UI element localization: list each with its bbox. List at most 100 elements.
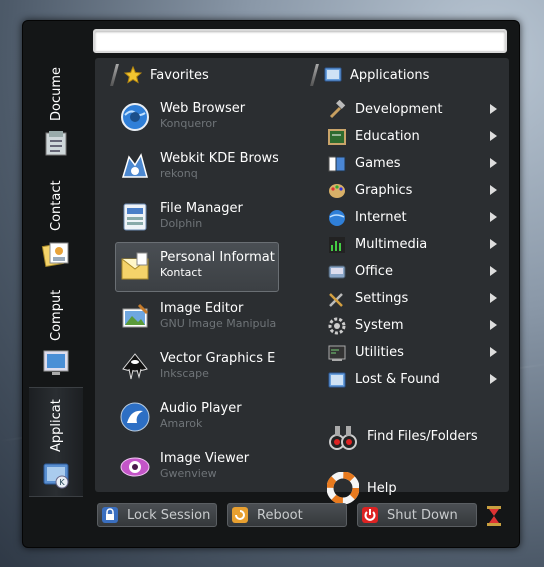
- power-icon: [362, 507, 378, 523]
- chevron-right-icon: [490, 212, 497, 222]
- contacts-icon: [41, 242, 69, 267]
- tab-contacts[interactable]: Contact: [29, 167, 83, 275]
- help-button[interactable]: Help: [327, 472, 397, 504]
- find-files-label: Find Files/Folders: [367, 428, 478, 444]
- lock-icon: [102, 507, 118, 523]
- favorite-name: Webkit KDE Brows: [160, 151, 278, 166]
- chevron-right-icon: [490, 131, 497, 141]
- applications-header-icon: [324, 67, 342, 82]
- rekonq-icon: [121, 153, 148, 178]
- divider: [310, 64, 319, 86]
- favorite-file-manager[interactable]: File Manager Dolphin: [95, 192, 285, 242]
- chevron-right-icon: [490, 293, 497, 303]
- find-files-button[interactable]: Find Files/Folders: [327, 420, 478, 452]
- applications-header-label: Applications: [350, 67, 430, 83]
- content-panel: Favorites Applications Web Browser Konqu…: [95, 58, 509, 504]
- lifebuoy-icon: [327, 472, 359, 504]
- category-multimedia[interactable]: Multimedia: [327, 231, 509, 258]
- favorite-name: File Manager: [160, 201, 243, 216]
- globe-icon: [329, 209, 345, 226]
- applications-header[interactable]: Applications: [310, 62, 430, 88]
- gwenview-icon: [120, 457, 150, 477]
- shutdown-button[interactable]: Shut Down: [357, 503, 477, 527]
- education-icon: [328, 128, 346, 145]
- lock-session-label: Lock Session: [127, 507, 211, 523]
- chevron-right-icon: [490, 374, 497, 384]
- favorite-sub: Inkscape: [160, 367, 209, 380]
- chevron-right-icon: [490, 239, 497, 249]
- favorite-sub: Dolphin: [160, 217, 203, 230]
- tab-label: Applicat: [48, 399, 64, 452]
- reboot-icon: [232, 507, 248, 523]
- favorite-personal-information[interactable]: Personal Informat Kontact: [115, 242, 279, 292]
- chevron-right-icon: [490, 185, 497, 195]
- applications-icon: K: [43, 463, 69, 489]
- file-manager-icon: [123, 203, 147, 231]
- tab-applications[interactable]: Applicat K: [29, 387, 83, 497]
- tab-label: Contact: [48, 180, 64, 231]
- chevron-right-icon: [490, 158, 497, 168]
- favorite-audio-player[interactable]: Audio Player Amarok: [95, 392, 285, 442]
- category-label: Education: [355, 129, 420, 144]
- category-utilities[interactable]: Utilities: [327, 339, 509, 366]
- favorite-name: Personal Informat: [160, 250, 275, 265]
- category-label: Multimedia: [355, 237, 428, 252]
- session-bar: Lock Session Reboot Shut Down: [97, 503, 503, 529]
- utilities-icon: [328, 345, 346, 361]
- computer-icon: [43, 350, 69, 375]
- category-development[interactable]: Development: [327, 96, 509, 123]
- image-editor-icon: [122, 303, 149, 328]
- category-graphics[interactable]: Graphics: [327, 177, 509, 204]
- category-label: System: [355, 318, 404, 333]
- category-label: Internet: [355, 210, 407, 225]
- tab-label: Docume: [48, 66, 64, 121]
- chevron-right-icon: [490, 347, 497, 357]
- lock-session-button[interactable]: Lock Session: [97, 503, 217, 527]
- hammer-icon: [329, 99, 346, 118]
- hourglass-icon[interactable]: [485, 505, 503, 527]
- favorite-name: Web Browser: [160, 101, 246, 116]
- search-input[interactable]: [93, 29, 507, 53]
- category-lost-found[interactable]: Lost & Found: [327, 366, 509, 393]
- category-label: Lost & Found: [355, 372, 440, 387]
- reboot-label: Reboot: [257, 507, 303, 523]
- binoculars-icon: [329, 426, 357, 450]
- chevron-right-icon: [490, 266, 497, 276]
- favorites-header[interactable]: Favorites: [110, 62, 209, 88]
- favorites-list: Web Browser Konqueror Webkit KDE Brows r…: [95, 92, 285, 492]
- divider: [110, 64, 119, 86]
- favorite-webkit-browser[interactable]: Webkit KDE Brows rekonq: [95, 142, 285, 192]
- category-education[interactable]: Education: [327, 123, 509, 150]
- category-label: Graphics: [355, 183, 413, 198]
- favorite-image-editor[interactable]: Image Editor GNU Image Manipula: [95, 292, 285, 342]
- category-games[interactable]: Games: [327, 150, 509, 177]
- favorite-name: Image Editor: [160, 301, 244, 316]
- category-office[interactable]: Office: [327, 258, 509, 285]
- svg-text:K: K: [59, 478, 65, 487]
- chevron-right-icon: [490, 320, 497, 330]
- games-icon: [328, 156, 346, 171]
- favorite-sub: rekonq: [160, 167, 198, 180]
- category-label: Games: [355, 156, 401, 171]
- tab-computer[interactable]: Comput: [29, 277, 83, 385]
- category-label: Office: [355, 264, 393, 279]
- favorite-web-browser[interactable]: Web Browser Konqueror: [95, 92, 285, 142]
- category-system[interactable]: System: [327, 312, 509, 339]
- favorite-vector-graphics[interactable]: Vector Graphics E Inkscape: [95, 342, 285, 392]
- sidebar: Docume Contact Comput Applicat K: [23, 57, 89, 503]
- help-label: Help: [367, 480, 397, 496]
- settings-icon: [329, 292, 343, 307]
- amarok-icon: [120, 402, 150, 432]
- star-icon: [124, 66, 142, 84]
- favorite-sub: GNU Image Manipula: [160, 317, 277, 330]
- category-label: Settings: [355, 291, 409, 306]
- category-internet[interactable]: Internet: [327, 204, 509, 231]
- category-label: Development: [355, 102, 443, 117]
- favorite-sub: Kontact: [160, 266, 202, 279]
- category-settings[interactable]: Settings: [327, 285, 509, 312]
- globe-icon: [121, 103, 149, 131]
- tab-documents[interactable]: Docume: [29, 57, 83, 165]
- favorite-image-viewer[interactable]: Image Viewer Gwenview: [95, 442, 285, 492]
- favorite-sub: Gwenview: [160, 467, 217, 480]
- reboot-button[interactable]: Reboot: [227, 503, 347, 527]
